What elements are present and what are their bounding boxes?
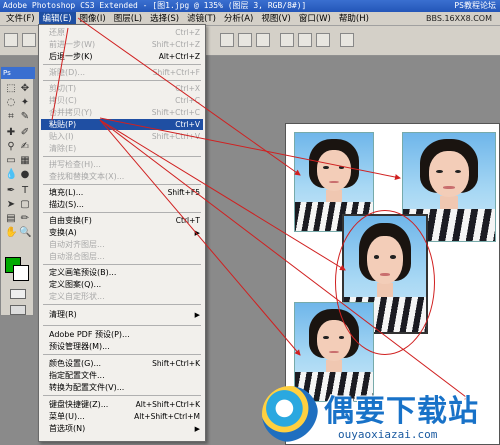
eyedropper-icon[interactable]: ✏ bbox=[19, 213, 31, 225]
blur-tool-icon[interactable]: 💧 bbox=[5, 169, 17, 181]
menu-item-copy-merged: 合并拷贝(Y) Shift+Ctrl+C bbox=[49, 108, 200, 117]
highlight-ellipse bbox=[335, 210, 435, 355]
menu-analysis[interactable]: 分析(A) bbox=[220, 12, 257, 26]
menu-item-keyboard-shortcuts[interactable]: 键盘快捷键(Z)... Alt+Shift+Ctrl+K bbox=[41, 399, 203, 410]
screen-mode-icon[interactable] bbox=[10, 305, 26, 315]
menu-item-free-transform[interactable]: 自由变换(F) Ctrl+T bbox=[41, 215, 203, 226]
distribute-left-icon[interactable] bbox=[280, 33, 294, 47]
menu-item-define-brush[interactable]: 定义画笔预设(B)... bbox=[41, 267, 203, 278]
menu-item-cut: 剪切(T) Ctrl+X bbox=[49, 84, 200, 93]
menu-item-purge[interactable]: 清理(R) ▶ bbox=[41, 309, 203, 320]
menu-item-clear: 清除(E) bbox=[49, 144, 77, 153]
dodge-tool-icon[interactable]: ● bbox=[19, 169, 31, 181]
gradient-tool-icon[interactable]: ▦ bbox=[19, 155, 31, 167]
menu-item-copy: 拷贝(C) Ctrl+C bbox=[49, 96, 200, 105]
brush-tool-icon[interactable]: ✐ bbox=[19, 127, 31, 139]
marquee-tool-icon[interactable]: ⬚ bbox=[5, 83, 17, 95]
menu-item-transform[interactable]: 变换(A) ▶ bbox=[41, 227, 203, 238]
watermark-forum: PS教程论坛 bbox=[454, 1, 496, 10]
menu-item-stroke[interactable]: 描边(S)... bbox=[41, 199, 203, 210]
menu-item-assign-profile[interactable]: 指定配置文件... bbox=[41, 370, 203, 381]
menu-item-step-forward: 前进一步(W) Shift+Ctrl+Z bbox=[49, 40, 200, 49]
submenu-arrow-icon: ▶ bbox=[194, 424, 200, 433]
lasso-tool-icon[interactable]: ◌ bbox=[5, 97, 17, 109]
align-top-icon[interactable] bbox=[220, 33, 234, 47]
menu-item-color-settings[interactable]: 颜色设置(G)... Shift+Ctrl+K bbox=[41, 358, 203, 369]
magic-wand-icon[interactable]: ✦ bbox=[19, 97, 31, 109]
notes-tool-icon[interactable]: ▤ bbox=[5, 213, 17, 225]
menu-item-fill[interactable]: 填充(L)... Shift+F5 bbox=[41, 187, 203, 198]
eraser-tool-icon[interactable]: ▭ bbox=[5, 155, 17, 167]
menu-item-undo: 还原 Ctrl+Z bbox=[49, 28, 200, 37]
title-bar: Adobe Photoshop CS3 Extended - [图1.jpg @… bbox=[0, 0, 500, 12]
align-middle-icon[interactable] bbox=[238, 33, 252, 47]
logo-name: 偶要下载站 bbox=[324, 394, 479, 429]
path-selection-icon[interactable]: ➤ bbox=[5, 199, 17, 211]
swirl-logo-icon bbox=[262, 386, 318, 442]
menu-window[interactable]: 窗口(W) bbox=[295, 12, 335, 26]
healing-brush-icon[interactable]: ✚ bbox=[5, 127, 17, 139]
clone-stamp-icon[interactable]: ⚲ bbox=[5, 141, 17, 153]
menu-item-auto-blend-layers: 自动混合图层... bbox=[49, 252, 105, 261]
toolbox: Ps ⬚ ✥ ◌ ✦ ⌗ ✎ ✚ ✐ ⚲ ✍ ▭ ▦ 💧 ● ✒ T ➤ ▢ ▤… bbox=[0, 66, 35, 316]
background-color-swatch[interactable] bbox=[13, 265, 29, 281]
menu-item-step-backward[interactable]: 后退一步(K) Alt+Ctrl+Z bbox=[41, 51, 203, 62]
toolbox-header: Ps bbox=[1, 67, 35, 79]
selection-mode-icon[interactable] bbox=[22, 33, 36, 47]
menu-file[interactable]: 文件(F) bbox=[2, 12, 39, 26]
zoom-tool-icon[interactable]: 🔍 bbox=[19, 227, 31, 239]
tool-preset-icon[interactable] bbox=[4, 33, 18, 47]
menu-help[interactable]: 帮助(H) bbox=[335, 12, 373, 26]
auto-align-icon[interactable] bbox=[340, 33, 354, 47]
quick-mask-icon[interactable] bbox=[10, 289, 26, 299]
menu-item-convert-profile[interactable]: 转换为配置文件(V)... bbox=[41, 382, 203, 393]
menu-item-paste-into: 贴入(I) Shift+Ctrl+V bbox=[49, 132, 200, 141]
menu-item-define-pattern[interactable]: 定义图案(Q)... bbox=[41, 279, 203, 290]
distribute-right-icon[interactable] bbox=[316, 33, 330, 47]
menu-item-spell-check: 拼写检查(H)... bbox=[49, 160, 101, 169]
menu-item-paste[interactable]: 粘贴(P) Ctrl+V bbox=[41, 119, 203, 130]
menu-item-auto-align-layers: 自动对齐图层... bbox=[49, 240, 105, 249]
history-brush-icon[interactable]: ✍ bbox=[19, 141, 31, 153]
logo-url: ouyaoxiazai.com bbox=[338, 428, 438, 441]
type-tool-icon[interactable]: T bbox=[19, 185, 31, 197]
menu-view[interactable]: 视图(V) bbox=[257, 12, 294, 26]
shape-tool-icon[interactable]: ▢ bbox=[19, 199, 31, 211]
submenu-arrow-icon: ▶ bbox=[194, 228, 200, 237]
menu-item-menus[interactable]: 菜单(U)... Alt+Shift+Ctrl+M bbox=[41, 411, 203, 422]
slice-tool-icon[interactable]: ✎ bbox=[19, 111, 31, 123]
align-bottom-icon[interactable] bbox=[256, 33, 270, 47]
menu-item-pdf-presets[interactable]: Adobe PDF 预设(P)... bbox=[41, 329, 203, 340]
hand-tool-icon[interactable]: ✋ bbox=[5, 227, 17, 239]
menu-item-preferences[interactable]: 首选项(N) ▶ bbox=[41, 423, 203, 434]
menu-item-preset-manager[interactable]: 预设管理器(M)... bbox=[41, 341, 203, 352]
crop-tool-icon[interactable]: ⌗ bbox=[5, 111, 17, 123]
pen-tool-icon[interactable]: ✒ bbox=[5, 185, 17, 197]
distribute-center-icon[interactable] bbox=[298, 33, 312, 47]
window-title: Adobe Photoshop CS3 Extended - [图1.jpg @… bbox=[3, 1, 307, 10]
move-tool-icon[interactable]: ✥ bbox=[19, 83, 31, 95]
menu-item-find-replace: 查找和替换文本(X)... bbox=[49, 172, 125, 181]
site-logo: 偶要下载站 ouyaoxiazai.com bbox=[258, 384, 500, 445]
watermark-url: BBS.16XX8.COM bbox=[425, 14, 492, 23]
submenu-arrow-icon: ▶ bbox=[194, 310, 200, 319]
menu-item-define-custom-shape: 定义自定形状... bbox=[49, 292, 105, 301]
menu-item-fade: 渐隐(D)... Shift+Ctrl+F bbox=[49, 68, 200, 77]
edit-menu-dropdown: 还原 Ctrl+Z 前进一步(W) Shift+Ctrl+Z 后退一步(K) Alt+… bbox=[38, 24, 206, 442]
